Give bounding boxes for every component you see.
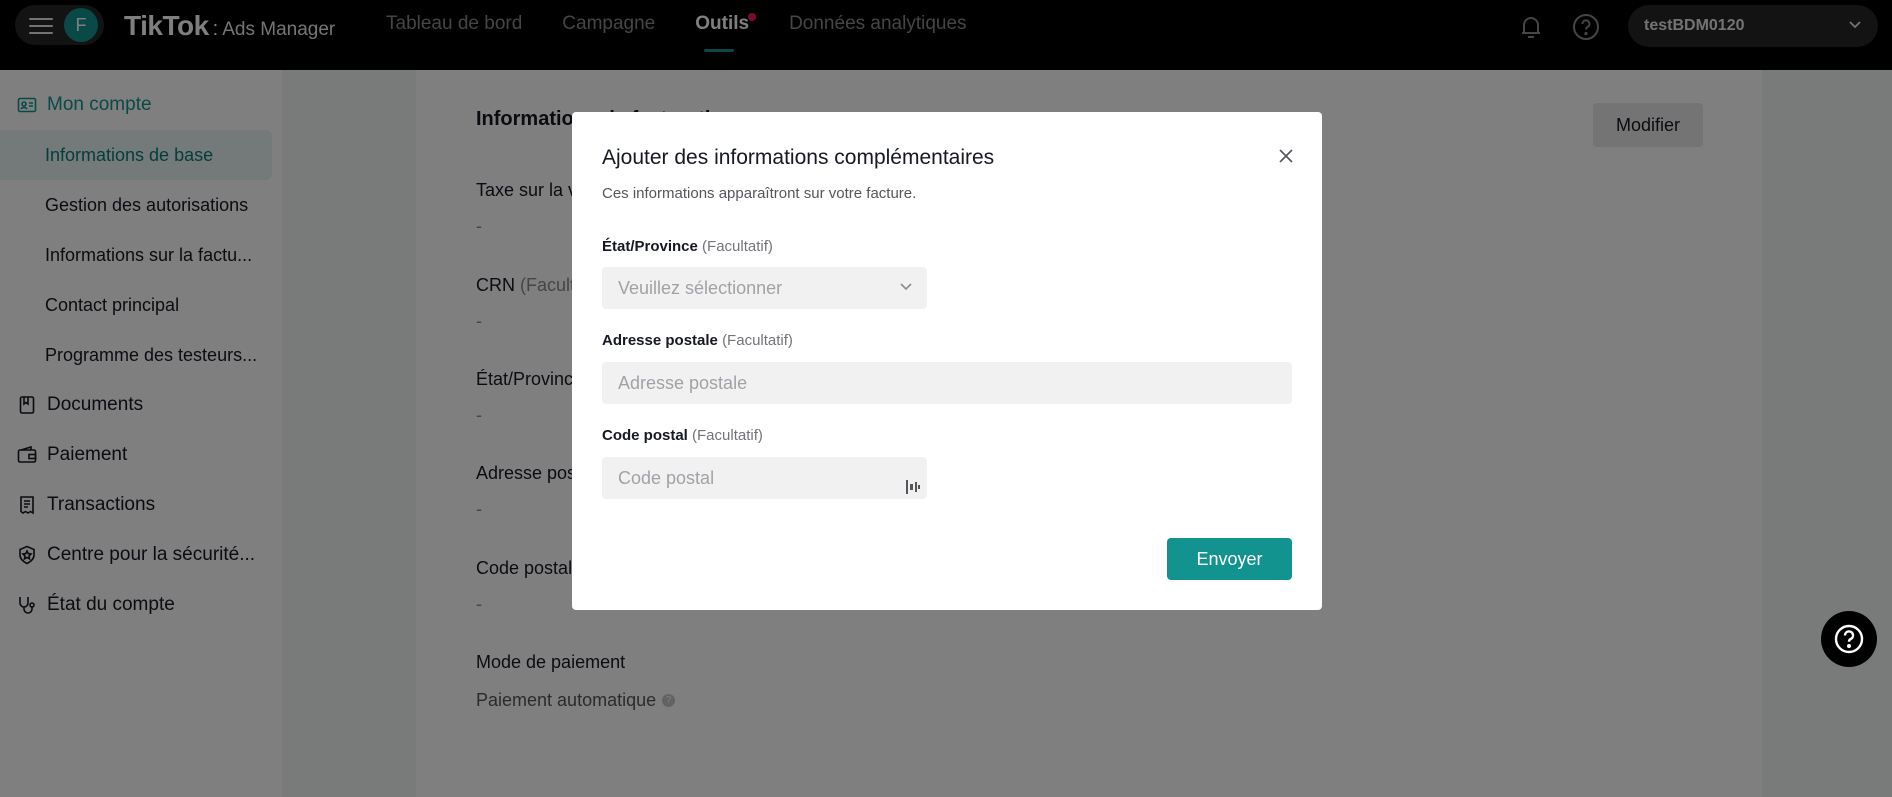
address-label: Adresse postale (Facultatif) — [602, 332, 793, 349]
zip-label: Code postal (Facultatif) — [602, 427, 763, 444]
submit-button[interactable]: Envoyer — [1167, 538, 1292, 580]
add-info-modal: Ajouter des informations complémentaires… — [572, 112, 1322, 610]
zip-label-text: Code postal — [602, 427, 688, 444]
state-select[interactable]: Veuillez sélectionner — [602, 267, 927, 309]
zip-input[interactable] — [602, 457, 927, 499]
autofill-key-icon[interactable] — [906, 478, 920, 496]
state-label-text: État/Province — [602, 238, 698, 255]
chevron-down-icon — [900, 283, 912, 291]
optional-tag: (Facultatif) — [692, 427, 763, 444]
optional-tag: (Facultatif) — [722, 332, 793, 349]
modal-subtitle: Ces informations apparaîtront sur votre … — [602, 185, 917, 202]
help-fab[interactable] — [1821, 611, 1877, 667]
optional-tag: (Facultatif) — [702, 238, 773, 255]
state-select-placeholder: Veuillez sélectionner — [618, 277, 783, 298]
modal-title: Ajouter des informations complémentaires — [602, 146, 995, 169]
close-icon[interactable] — [1276, 146, 1296, 166]
state-label: État/Province (Facultatif) — [602, 238, 773, 255]
address-label-text: Adresse postale — [602, 332, 718, 349]
help-circle-icon — [1834, 624, 1864, 654]
address-input[interactable] — [602, 362, 1292, 404]
